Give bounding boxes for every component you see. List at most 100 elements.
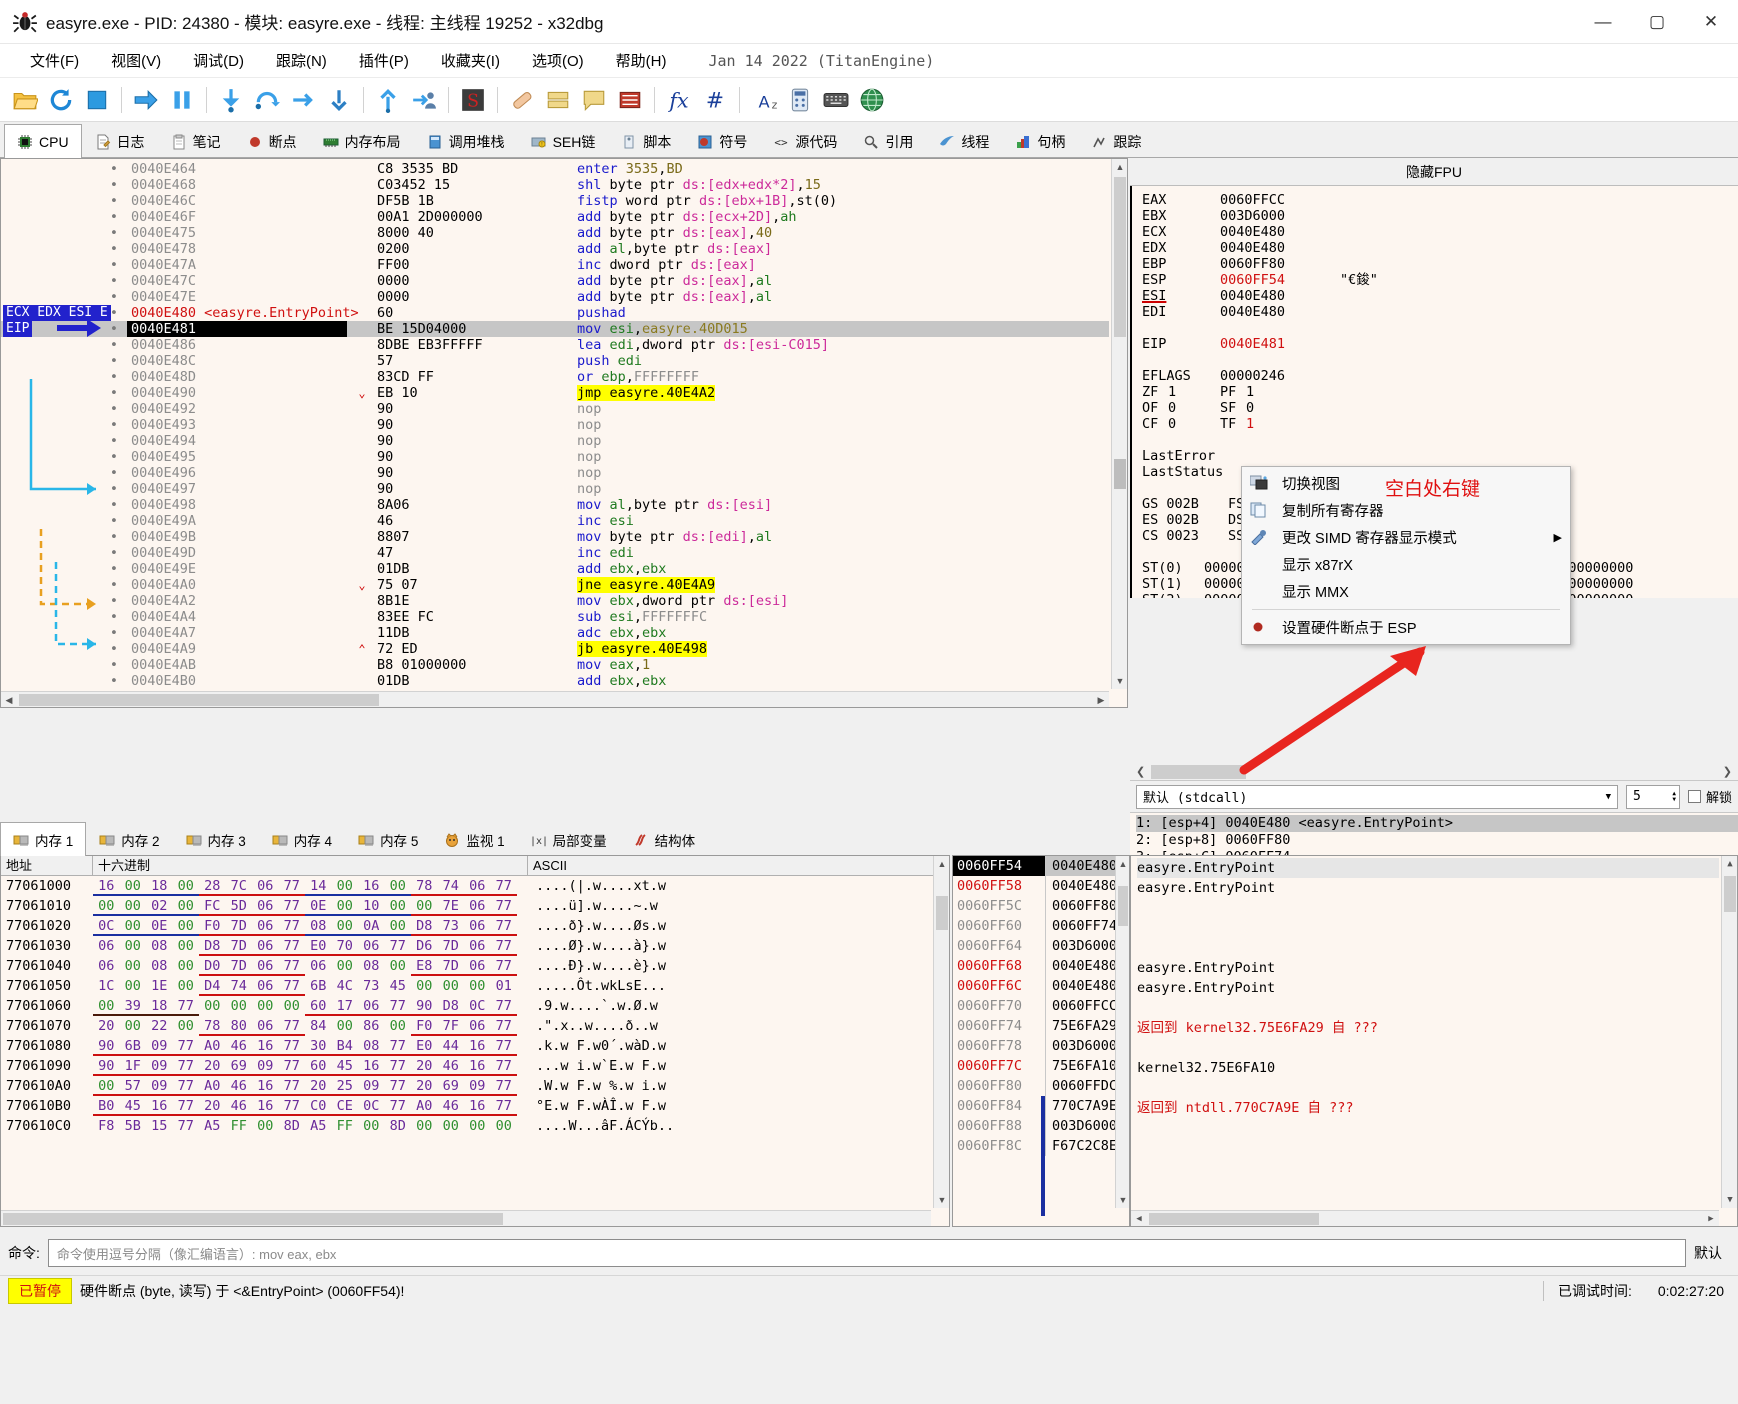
dump-hex-group[interactable]: F07F0677: [411, 1016, 517, 1036]
stack-comments-vscrollbar[interactable]: ▲ ▼: [1721, 856, 1737, 1208]
bottom-tab-5[interactable]: 监视 1: [431, 823, 517, 855]
scroll-up-arrow[interactable]: ▲: [1112, 159, 1128, 175]
flag-value[interactable]: 0: [1246, 400, 1254, 416]
dump-hex-group[interactable]: 1C001E00: [93, 976, 199, 996]
dump-byte[interactable]: 06: [257, 1016, 273, 1034]
dump-byte[interactable]: 06: [310, 956, 326, 974]
dump-hex-group[interactable]: D87D0677: [199, 936, 305, 956]
dump-byte[interactable]: 06: [257, 956, 273, 974]
stack-value[interactable]: 75E6FA10: [1045, 1056, 1115, 1076]
disassembly-row[interactable]: •0040E481BE 15D04000mov esi,easyre.40D01…: [1, 321, 1109, 337]
dump-byte[interactable]: 5D: [231, 896, 247, 914]
dump-byte[interactable]: 77: [390, 936, 406, 954]
dump-byte[interactable]: 20: [416, 1076, 432, 1094]
register-value[interactable]: 0040E480: [1220, 304, 1340, 320]
breakpoint-dot-icon[interactable]: •: [101, 241, 127, 257]
dump-byte[interactable]: CE: [337, 1096, 353, 1114]
dump-byte[interactable]: 46: [443, 1056, 459, 1074]
disassembly-row[interactable]: •0040E490⌄EB 10jmp easyre.40E4A2: [1, 385, 1109, 401]
dump-byte[interactable]: 77: [178, 1076, 194, 1094]
dump-byte[interactable]: 77: [284, 1036, 300, 1054]
dump-byte[interactable]: A5: [310, 1116, 326, 1134]
step-down-icon[interactable]: [322, 83, 356, 117]
dump-byte[interactable]: 0C: [469, 996, 485, 1014]
dump-byte[interactable]: 20: [310, 1076, 326, 1094]
dump-byte[interactable]: 02: [151, 896, 167, 914]
dump-hex-group[interactable]: 20002200: [93, 1016, 199, 1036]
dump-byte[interactable]: 77: [284, 876, 300, 894]
dump-byte[interactable]: 4C: [337, 976, 353, 994]
dump-byte[interactable]: 00: [496, 1116, 512, 1134]
dump-hex-group[interactable]: 906B0977: [93, 1036, 199, 1056]
dump-hex-group[interactable]: 14001600: [305, 876, 411, 896]
scroll-thumb[interactable]: [936, 896, 948, 930]
disassembly-panel[interactable]: •0040E464C8 3535 BDenter 3535,BD•0040E46…: [0, 158, 1128, 708]
scroll-thumb-h[interactable]: [1151, 765, 1246, 779]
dump-byte[interactable]: 00: [337, 896, 353, 914]
tab-call-stack[interactable]: 调用堆栈: [414, 125, 518, 157]
dump-hex-cells[interactable]: 06000800D07D067706000800E87D0677: [93, 956, 528, 976]
stack-row[interactable]: 0060FF600060FF74: [953, 916, 1115, 936]
scroll-left-arrow[interactable]: ❮: [1130, 765, 1151, 778]
disassembly-row[interactable]: •0040E49E01DBadd ebx,ebx: [1, 561, 1109, 577]
flag-value[interactable]: 1: [1246, 416, 1254, 432]
dump-byte[interactable]: 77: [284, 1056, 300, 1074]
breakpoint-dot-icon[interactable]: •: [101, 209, 127, 225]
dump-hex-group[interactable]: 20690977: [199, 1056, 305, 1076]
scroll-right-arrow[interactable]: ▶: [1093, 692, 1109, 708]
dump-byte[interactable]: 0C: [363, 1096, 379, 1114]
dump-byte[interactable]: F0: [204, 916, 220, 934]
dump-byte[interactable]: 00: [257, 996, 273, 1014]
stack-value[interactable]: 0040E480: [1045, 976, 1115, 996]
dump-byte[interactable]: 06: [98, 956, 114, 974]
register-value[interactable]: 0040E481: [1220, 336, 1340, 352]
command-mode-label[interactable]: 默认: [1694, 1243, 1730, 1263]
dump-hex-cells[interactable]: F85B1577A5FF008DA5FF008D00000000: [93, 1116, 528, 1136]
breakpoint-dot-icon[interactable]: •: [101, 225, 127, 241]
dump-byte[interactable]: 77: [284, 936, 300, 954]
dump-byte[interactable]: 8D: [284, 1116, 300, 1134]
dump-byte[interactable]: 09: [363, 1076, 379, 1094]
dump-byte[interactable]: 00: [125, 876, 141, 894]
tab-script[interactable]: 脚本: [608, 125, 684, 157]
disassembly-row[interactable]: •0040E46F00A1 2D000000add byte ptr ds:[e…: [1, 209, 1109, 225]
dump-byte[interactable]: 00: [337, 876, 353, 894]
stack-rows[interactable]: 0060FF540040E4800060FF580040E4800060FF5C…: [953, 856, 1115, 1208]
pause-icon[interactable]: [165, 83, 199, 117]
dump-byte[interactable]: 06: [257, 976, 273, 994]
dump-hex-group[interactable]: F07D0677: [199, 916, 305, 936]
unlock-checkbox[interactable]: 解锁: [1688, 787, 1732, 806]
dump-byte[interactable]: 60: [310, 996, 326, 1014]
dump-row[interactable]: 77061080906B0977A046167730B40877E0441677…: [1, 1036, 931, 1056]
scroll-thumb[interactable]: [1118, 886, 1128, 926]
dump-byte[interactable]: 06: [469, 1016, 485, 1034]
dump-byte[interactable]: 00: [125, 1016, 141, 1034]
register-value[interactable]: 00000246: [1220, 368, 1340, 384]
segment-register[interactable]: ES 002B: [1142, 512, 1228, 528]
dump-byte[interactable]: 7C: [231, 876, 247, 894]
dump-hex-group[interactable]: 20461677: [199, 1096, 305, 1116]
dump-byte[interactable]: 77: [496, 916, 512, 934]
disassembly-row[interactable]: •0040E47AFF00inc dword ptr ds:[eax]: [1, 257, 1109, 273]
disassembly-row[interactable]: •0040E4758000 40add byte ptr ds:[eax],40: [1, 225, 1109, 241]
dump-byte[interactable]: 20: [204, 1056, 220, 1074]
dump-byte[interactable]: 00: [443, 976, 459, 994]
dump-byte[interactable]: 74: [443, 876, 459, 894]
dump-byte[interactable]: 80: [231, 1016, 247, 1034]
disassembly-row[interactable]: •0040E4868DBE EB3FFFFFlea edi,dword ptr …: [1, 337, 1109, 353]
dump-byte[interactable]: 00: [125, 936, 141, 954]
dump-hex-group[interactable]: 20690977: [411, 1076, 517, 1096]
dump-byte[interactable]: 00: [204, 996, 220, 1014]
dump-byte[interactable]: 00: [178, 916, 194, 934]
register-value[interactable]: 003D6000: [1220, 208, 1340, 224]
disassembly-row[interactable]: •0040E4A28B1Emov ebx,dword ptr ds:[esi]: [1, 593, 1109, 609]
dump-byte[interactable]: D0: [204, 956, 220, 974]
stack-value[interactable]: 770C7A9E: [1045, 1096, 1115, 1116]
dump-row[interactable]: 770610C0F85B1577A5FF008DA5FF008D00000000…: [1, 1116, 931, 1136]
calculator-icon[interactable]: [783, 83, 817, 117]
dump-hex-group[interactable]: D8730677: [411, 916, 517, 936]
scroll-thumb-h[interactable]: [19, 694, 379, 706]
dump-byte[interactable]: 77: [284, 956, 300, 974]
dump-hex-cells[interactable]: 16001800287C06771400160078740677: [93, 876, 528, 896]
dump-byte[interactable]: C0: [310, 1096, 326, 1114]
